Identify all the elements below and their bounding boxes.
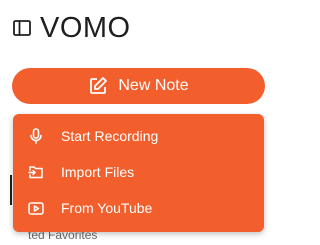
background-divider xyxy=(10,175,12,205)
youtube-play-icon xyxy=(28,200,44,216)
app-title: VOMO xyxy=(40,12,131,44)
microphone-icon xyxy=(28,128,44,144)
menu-item-import-files[interactable]: Import Files xyxy=(13,154,264,190)
menu-item-label: Start Recording xyxy=(61,128,159,144)
folder-import-icon xyxy=(28,164,44,180)
menu-item-from-youtube[interactable]: From YouTube xyxy=(13,190,264,226)
new-note-label: New Note xyxy=(118,77,189,94)
menu-item-label: Import Files xyxy=(61,164,135,180)
menu-item-label: From YouTube xyxy=(61,200,153,216)
new-note-button[interactable]: New Note xyxy=(12,68,265,104)
menu-item-start-recording[interactable]: Start Recording xyxy=(13,118,264,154)
sidebar-panel-icon[interactable] xyxy=(12,18,32,38)
new-note-dropdown-menu: Start Recording Import Files From YouTub… xyxy=(13,114,264,232)
app-header: VOMO xyxy=(12,12,131,44)
edit-note-icon xyxy=(88,76,108,96)
